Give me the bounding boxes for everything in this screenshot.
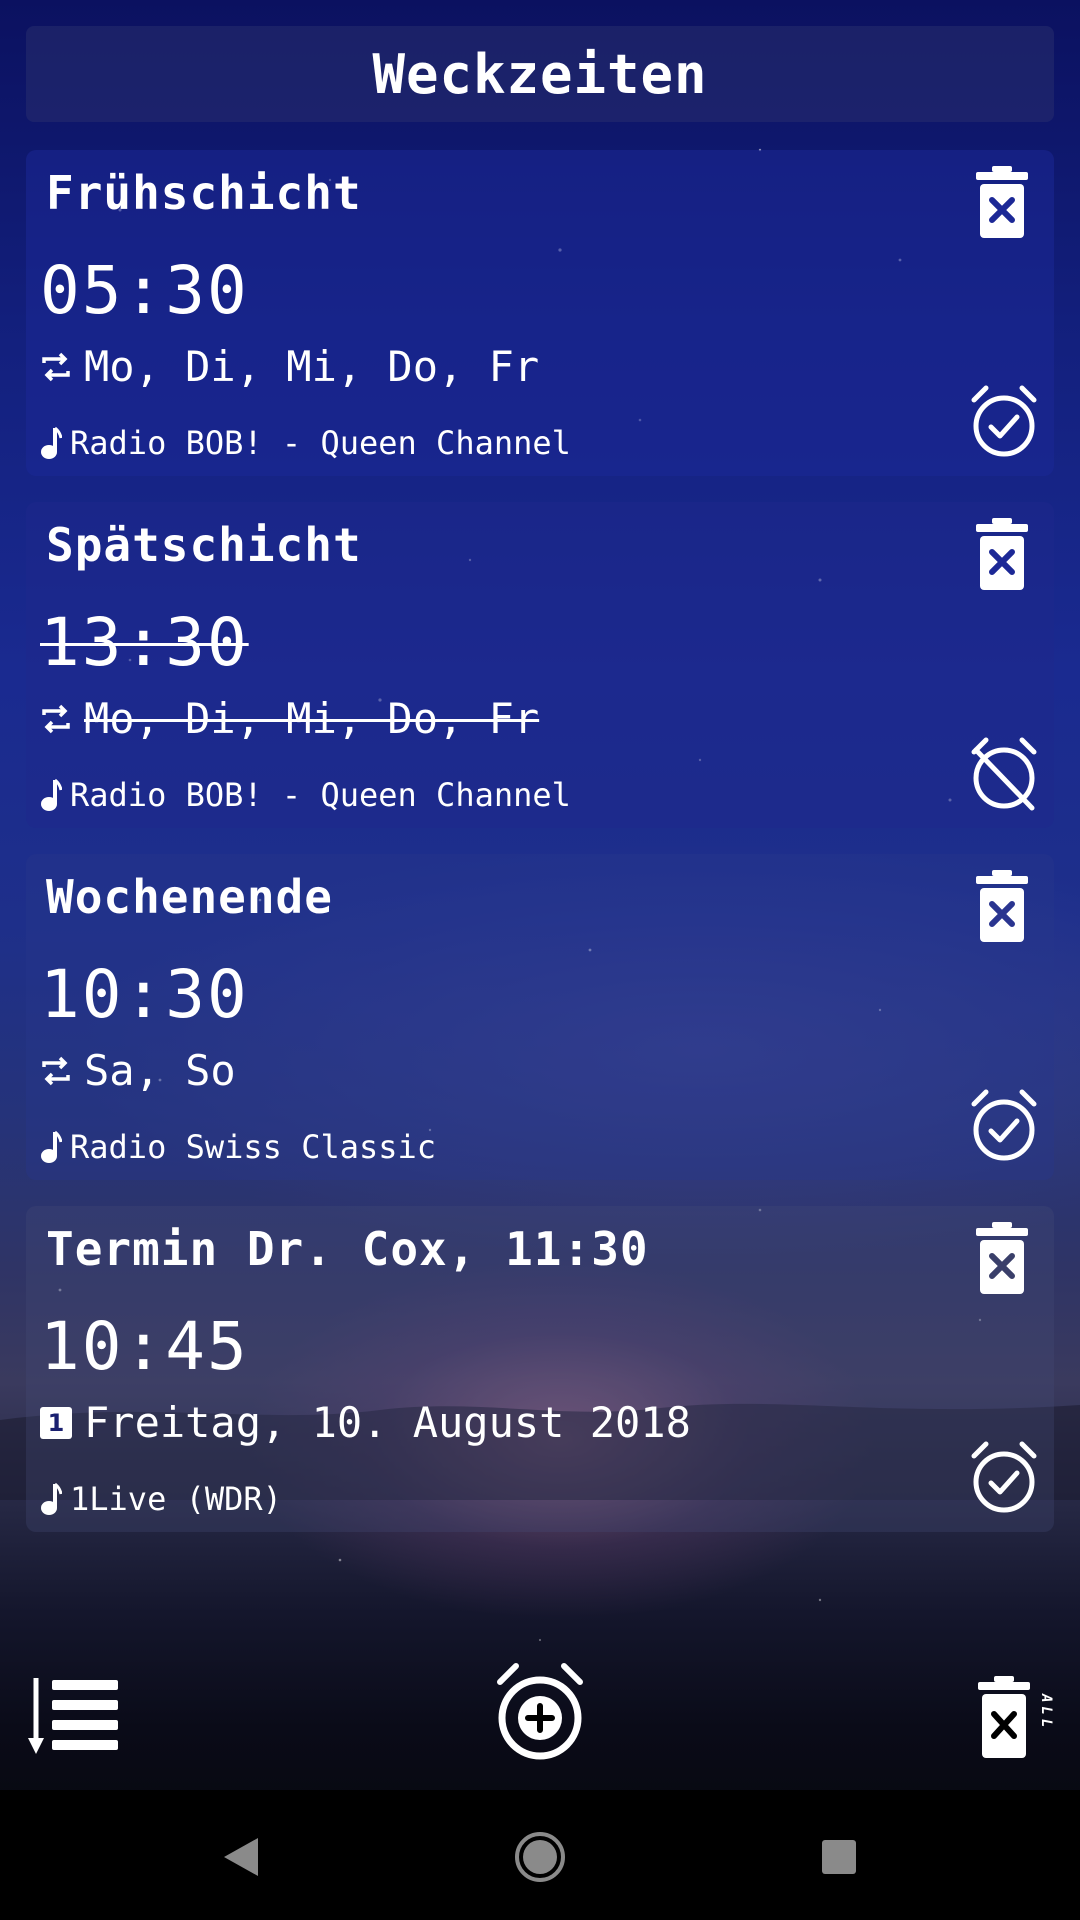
bottom-toolbar: ALL — [0, 1660, 1080, 1770]
alarm-check-icon[interactable] — [968, 1440, 1040, 1516]
music-note-icon — [40, 1130, 62, 1164]
alarm-time: 13:30 — [40, 604, 249, 681]
alarm-schedule: Mo, Di, Mi, Do, Fr — [40, 342, 539, 391]
alarm-name: Wochenende — [46, 870, 333, 924]
alarm-card-spaetschicht[interactable]: Spätschicht 13:30 Mo, Di, Mi, Do, Fr Rad… — [26, 502, 1054, 828]
alarm-check-icon[interactable] — [968, 384, 1040, 460]
music-note-icon — [40, 426, 62, 460]
repeat-icon — [40, 703, 72, 735]
sort-list-icon[interactable] — [26, 1674, 122, 1760]
alarm-schedule-text: Sa, So — [84, 1046, 236, 1095]
alarm-schedule-text: Freitag, 10. August 2018 — [84, 1398, 691, 1447]
alarm-time: 10:45 — [40, 1308, 249, 1385]
alarm-card-termin[interactable]: Termin Dr. Cox, 11:30 10:45 1 Freitag, 1… — [26, 1206, 1054, 1532]
delete-all-icon[interactable]: ALL — [976, 1674, 1054, 1764]
music-note-icon — [40, 778, 62, 812]
alarm-schedule-text: Mo, Di, Mi, Do, Fr — [84, 342, 540, 391]
alarm-name: Frühschicht — [46, 166, 362, 220]
alarm-sound-text: Radio Swiss Classic — [70, 1128, 437, 1166]
trash-x-icon[interactable] — [972, 868, 1032, 944]
calendar-one-time-icon: 1 — [40, 1406, 72, 1439]
alarm-time: 05:30 — [40, 252, 249, 329]
alarm-name: Termin Dr. Cox, 11:30 — [46, 1222, 649, 1276]
add-alarm-icon[interactable] — [492, 1660, 588, 1766]
alarm-schedule: Sa, So — [40, 1046, 236, 1095]
alarm-sound: Radio BOB! - Queen Channel — [40, 424, 571, 462]
delete-all-label: ALL — [1038, 1694, 1054, 1732]
alarm-check-icon[interactable] — [968, 1088, 1040, 1164]
alarm-sound: 1Live (WDR) — [40, 1480, 282, 1518]
trash-x-icon[interactable] — [972, 164, 1032, 240]
alarm-schedule: 1 Freitag, 10. August 2018 — [40, 1398, 691, 1447]
repeat-icon — [40, 1055, 72, 1087]
alarm-sound: Radio BOB! - Queen Channel — [40, 776, 571, 814]
alarm-card-wochenende[interactable]: Wochenende 10:30 Sa, So Radio Swiss Clas… — [26, 854, 1054, 1180]
music-note-icon — [40, 1482, 62, 1516]
back-icon[interactable] — [218, 1834, 264, 1880]
alarm-schedule: Mo, Di, Mi, Do, Fr — [40, 694, 539, 743]
page-title: Weckzeiten — [372, 42, 708, 106]
alarm-sound: Radio Swiss Classic — [40, 1128, 436, 1166]
alarm-sound-text: Radio BOB! - Queen Channel — [70, 424, 571, 462]
alarm-sound-text: 1Live (WDR) — [70, 1480, 282, 1518]
system-navigation-bar — [0, 1790, 1080, 1920]
trash-x-icon[interactable] — [972, 516, 1032, 592]
alarm-sound-text: Radio BOB! - Queen Channel — [70, 776, 571, 814]
alarm-name: Spätschicht — [46, 518, 362, 572]
header-bar: Weckzeiten — [26, 26, 1054, 122]
alarm-schedule-text: Mo, Di, Mi, Do, Fr — [84, 694, 540, 743]
alarm-card-fruehschicht[interactable]: Frühschicht 05:30 Mo, Di, Mi, Do, Fr Rad… — [26, 150, 1054, 476]
alarm-time: 10:30 — [40, 956, 249, 1033]
home-icon[interactable] — [513, 1830, 567, 1884]
alarm-off-icon[interactable] — [968, 736, 1040, 812]
recent-apps-icon[interactable] — [820, 1838, 858, 1876]
repeat-icon — [40, 351, 72, 383]
trash-x-icon[interactable] — [972, 1220, 1032, 1296]
